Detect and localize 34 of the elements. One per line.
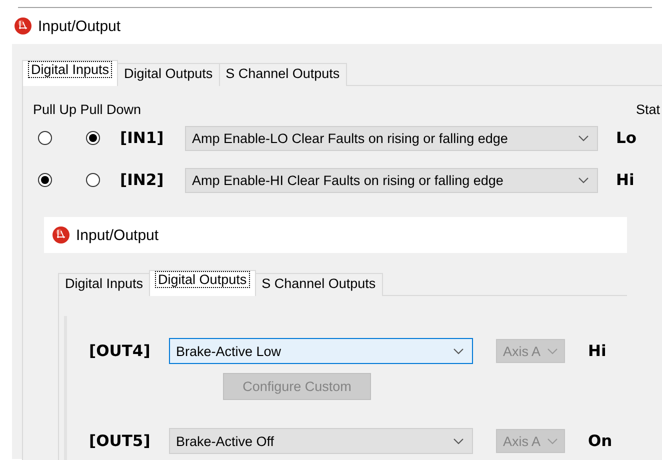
app-logo-icon	[52, 226, 70, 244]
tab[interactable]: Digital Outputs	[149, 270, 256, 296]
tab[interactable]: S Channel Outputs	[254, 273, 383, 296]
chevron-down-icon	[547, 348, 558, 354]
function-dropdown[interactable]: Brake-Active Off	[169, 428, 473, 454]
output-label: [OUT4]	[89, 342, 152, 360]
input-label: [IN2]	[120, 171, 165, 189]
window-title: Input/Output	[38, 18, 121, 34]
state-value: On	[588, 432, 612, 450]
chevron-down-icon	[578, 176, 589, 184]
radio-button[interactable]	[86, 131, 100, 145]
function-dropdown[interactable]: Amp Enable-HI Clear Faults on rising or falling edge	[185, 168, 598, 192]
radio-button[interactable]	[38, 173, 52, 187]
chevron-down-icon	[453, 348, 464, 354]
chevron-down-icon	[547, 438, 558, 444]
state-value: Hi	[616, 171, 634, 189]
radio-button[interactable]	[38, 131, 52, 145]
column-header: Stat	[636, 102, 660, 117]
state-value: Hi	[588, 342, 606, 360]
app-logo-icon	[14, 17, 32, 35]
function-dropdown[interactable]: Brake-Active Low	[169, 338, 473, 364]
function-dropdown[interactable]: Amp Enable-LO Clear Faults on rising or falling edge	[185, 126, 598, 150]
window-title: Input/Output	[76, 226, 159, 244]
radio-button[interactable]	[86, 173, 100, 187]
chevron-down-icon	[578, 134, 589, 142]
tab[interactable]: Digital Inputs	[58, 273, 150, 296]
tab[interactable]: Digital Inputs	[22, 60, 118, 86]
tab[interactable]: S Channel Outputs	[218, 63, 347, 86]
tab[interactable]: Digital Outputs	[117, 63, 220, 86]
chevron-down-icon	[453, 438, 464, 444]
input-label: [IN1]	[120, 129, 165, 147]
state-value: Lo	[616, 129, 637, 147]
output-label: [OUT5]	[89, 432, 152, 450]
column-header: Pull Up Pull Down	[33, 102, 142, 117]
